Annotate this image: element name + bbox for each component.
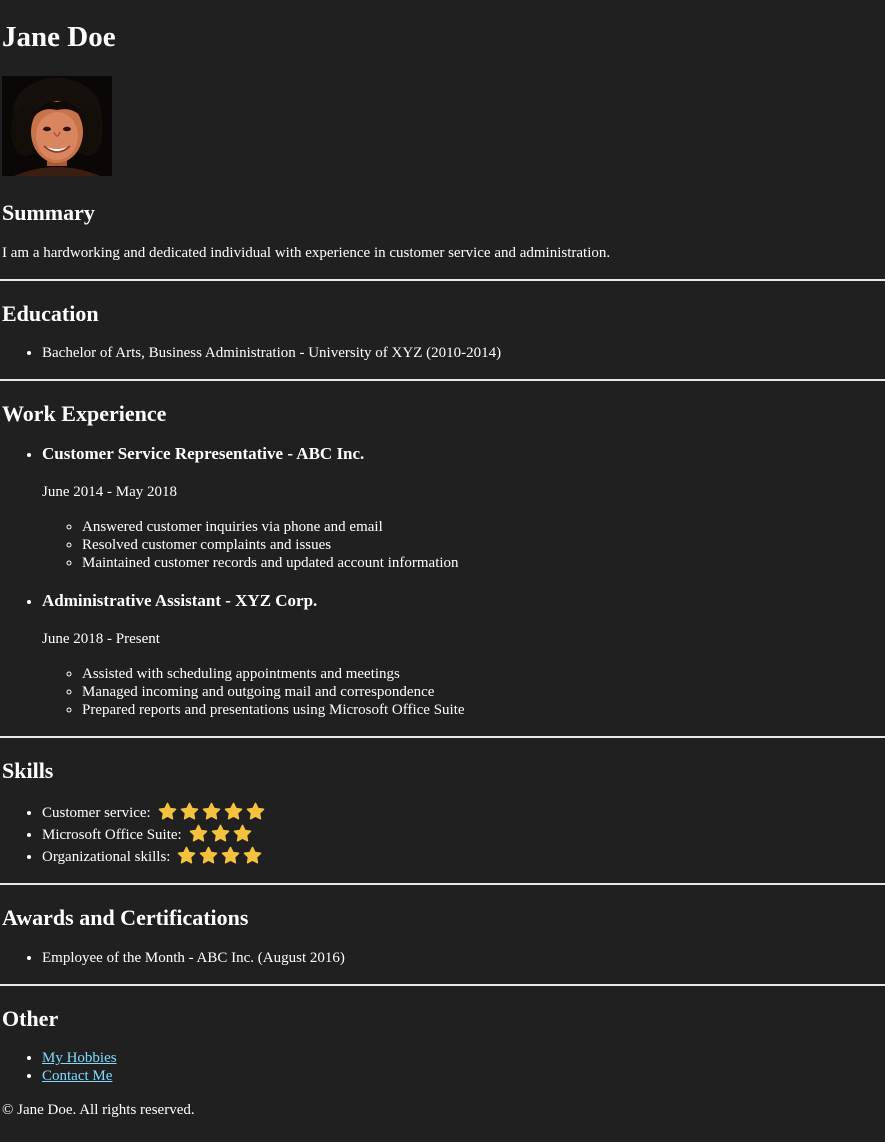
other-link-item: My Hobbies [42, 1049, 883, 1067]
section-divider [0, 984, 885, 986]
star-icon [158, 802, 177, 820]
duty-item: Managed incoming and outgoing mail and c… [82, 683, 883, 701]
skills-list: Customer service: Microsoft Office Suite… [2, 802, 883, 868]
skill-item: Organizational skills: [42, 846, 883, 868]
skill-label: Customer service: [42, 805, 151, 821]
star-icon [211, 824, 229, 842]
star-icon [178, 846, 196, 864]
other-link-item: Contact Me [42, 1067, 883, 1085]
job-item: Customer Service Representative - ABC In… [42, 444, 883, 572]
resume-page: Jane Doe Summary I am a hardworking and … [0, 0, 885, 1119]
star-icon [202, 802, 221, 820]
skill-item: Customer service: [42, 802, 883, 824]
education-list: Bachelor of Arts, Business Administratio… [2, 344, 883, 362]
section-divider [0, 883, 885, 885]
footer-copyright: © Jane Doe. All rights reserved. [2, 1102, 195, 1118]
skill-rating [155, 802, 265, 824]
job-duties: Answered customer inquiries via phone an… [42, 518, 883, 572]
awards-heading: Awards and Certifications [2, 905, 249, 930]
section-divider [0, 379, 885, 381]
section-divider [0, 279, 885, 281]
skill-rating [186, 824, 252, 846]
job-item: Administrative Assistant - XYZ Corp. Jun… [42, 591, 883, 719]
skill-rating [174, 846, 262, 868]
page-title: Jane Doe [2, 21, 116, 53]
education-item: Bachelor of Arts, Business Administratio… [42, 344, 883, 362]
job-title: Customer Service Representative - ABC In… [42, 444, 365, 463]
job-list: Customer Service Representative - ABC In… [2, 444, 883, 719]
star-icon [222, 846, 240, 864]
job-title: Administrative Assistant - XYZ Corp. [42, 591, 318, 610]
star-icon [233, 824, 251, 842]
star-icon [180, 802, 199, 820]
my-hobbies-link[interactable]: My Hobbies [42, 1050, 117, 1066]
skill-item: Microsoft Office Suite: [42, 824, 883, 846]
star-icon [244, 846, 262, 864]
skills-heading: Skills [2, 758, 54, 783]
summary-heading: Summary [2, 200, 95, 225]
star-icon [224, 802, 243, 820]
duty-item: Assisted with scheduling appointments an… [82, 665, 883, 683]
contact-me-link[interactable]: Contact Me [42, 1068, 112, 1084]
star-icon [189, 824, 207, 842]
summary-text: I am a hardworking and dedicated individ… [2, 245, 611, 261]
duty-item: Resolved customer complaints and issues [82, 536, 883, 554]
skill-label: Organizational skills: [42, 849, 171, 865]
award-item: Employee of the Month - ABC Inc. (August… [42, 949, 883, 967]
job-duties: Assisted with scheduling appointments an… [42, 665, 883, 719]
duty-item: Maintained customer records and updated … [82, 554, 883, 572]
job-dates: June 2014 - May 2018 [42, 484, 177, 500]
section-divider [0, 736, 885, 738]
education-heading: Education [2, 301, 99, 326]
other-links: My Hobbies Contact Me [2, 1049, 883, 1085]
duty-item: Answered customer inquiries via phone an… [82, 518, 883, 536]
awards-list: Employee of the Month - ABC Inc. (August… [2, 949, 883, 967]
job-dates: June 2018 - Present [42, 631, 160, 647]
skill-label: Microsoft Office Suite: [42, 827, 182, 843]
work-experience-heading: Work Experience [2, 401, 167, 426]
star-icon [200, 846, 218, 864]
star-icon [246, 802, 265, 820]
profile-photo [2, 76, 112, 176]
duty-item: Prepared reports and presentations using… [82, 701, 883, 719]
other-heading: Other [2, 1006, 59, 1031]
